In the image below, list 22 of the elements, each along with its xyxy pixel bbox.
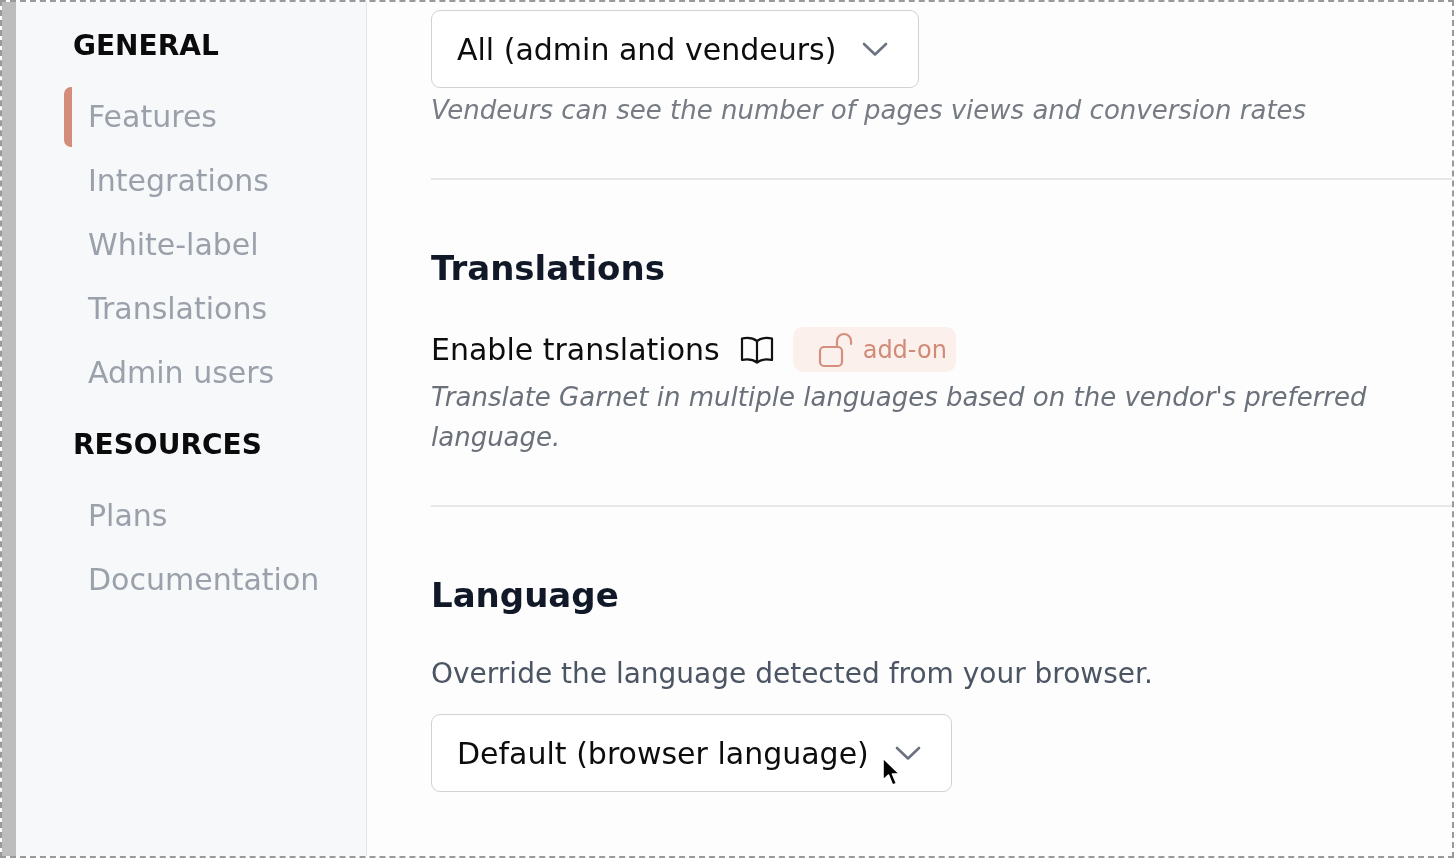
sidebar-item[interactable]: Translations (64, 279, 268, 339)
chevron-down-icon (862, 41, 889, 57)
sidebar-item[interactable]: Admin users (64, 343, 275, 403)
help-text: Translate Garnet in multiple languages based on the vendor's preferred language. (431, 381, 1368, 454)
book-icon (739, 335, 774, 364)
section-title: Translations (431, 247, 666, 290)
add-on-badge: add-on (792, 327, 956, 372)
description-text: Override the language detected from your browser. (431, 656, 1154, 692)
section-title: Language (431, 574, 620, 617)
sidebar-item[interactable]: Features (64, 87, 217, 147)
padlock-icon (817, 331, 854, 368)
sidebar-item[interactable]: Plans (64, 486, 168, 546)
help-text: Vendeurs can see the number of pages views and conversion rates (431, 94, 1308, 127)
sidebar-item[interactable]: White-label (64, 215, 259, 275)
select-field[interactable]: All (admin and vendeurs) (431, 10, 920, 88)
section-heading: RESOURCES (72, 427, 263, 463)
chevron-down-icon (894, 745, 921, 761)
section-heading: GENERAL (72, 28, 220, 64)
sidebar-item[interactable]: Integrations (64, 151, 269, 211)
setting-label: Enable translations (431, 332, 720, 367)
select-field[interactable]: Default (browser language) (431, 714, 952, 792)
sidebar-item[interactable]: Documentation (64, 550, 320, 610)
